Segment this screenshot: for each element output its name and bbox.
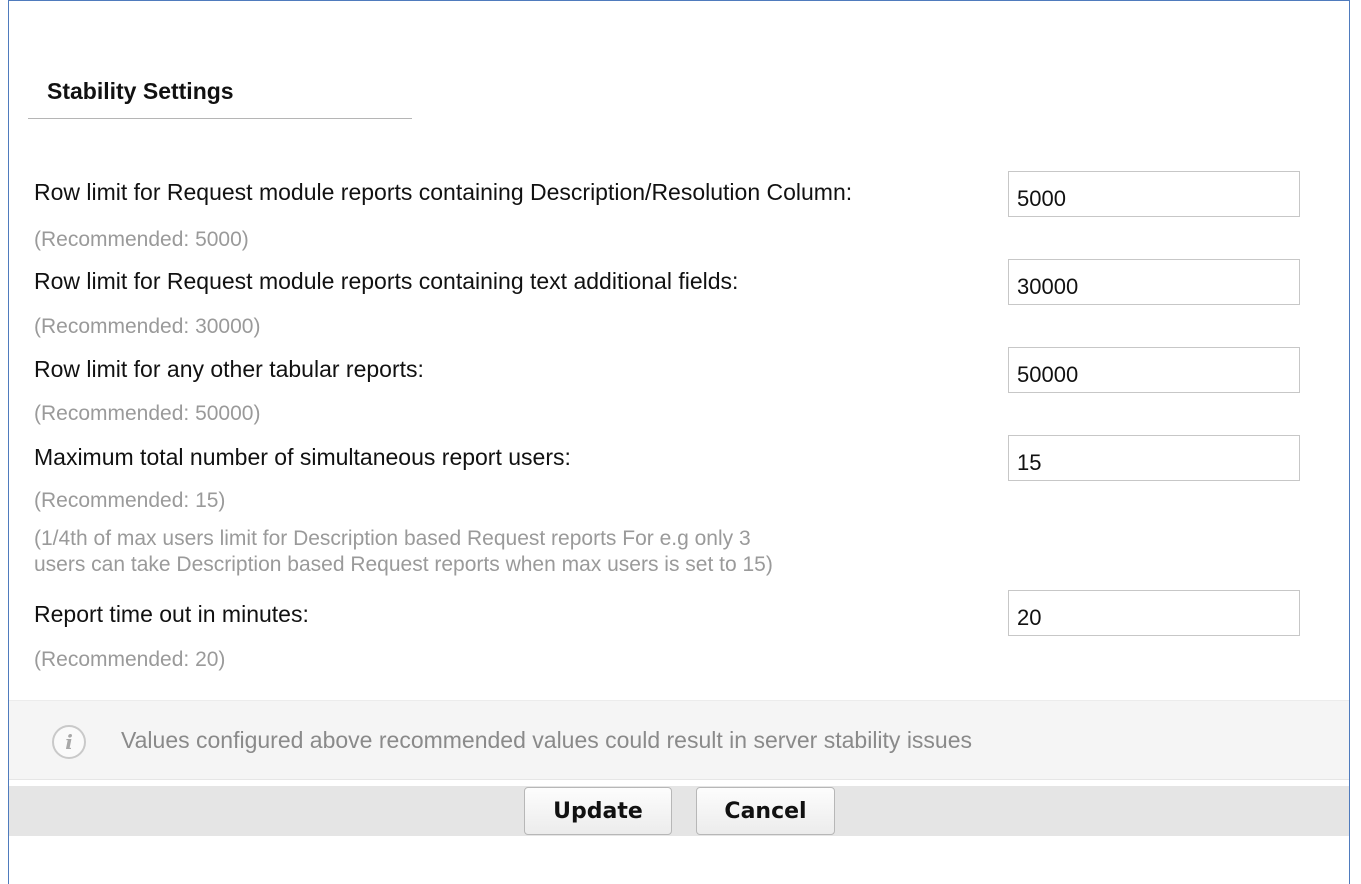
additional-fields-row-limit-label: Row limit for Request module reports con…: [34, 268, 739, 294]
max-report-users-label: Maximum total number of simultaneous rep…: [34, 444, 571, 470]
stability-warning-text: Values configured above recommended valu…: [121, 727, 973, 753]
tabular-row-limit-input[interactable]: [1008, 347, 1300, 393]
info-icon: i: [52, 725, 86, 759]
tabular-row-limit-label: Row limit for any other tabular reports:: [34, 356, 424, 382]
section-title: Stability Settings: [47, 78, 234, 104]
description-row-limit-input[interactable]: [1008, 171, 1300, 217]
report-timeout-input[interactable]: [1008, 590, 1300, 636]
report-timeout-label: Report time out in minutes:: [34, 601, 309, 627]
cancel-button[interactable]: Cancel: [696, 787, 835, 835]
max-report-users-input[interactable]: [1008, 435, 1300, 481]
additional-fields-row-limit-input[interactable]: [1008, 259, 1300, 305]
max-report-users-note-line-1: (1/4th of max users limit for Descriptio…: [34, 527, 751, 550]
description-row-limit-hint: (Recommended: 5000): [34, 228, 249, 251]
action-bar: Update Cancel: [9, 786, 1349, 836]
stability-warning-bar: i Values configured above recommended va…: [9, 700, 1349, 780]
additional-fields-row-limit-hint: (Recommended: 30000): [34, 315, 261, 338]
tabular-row-limit-hint: (Recommended: 50000): [34, 402, 261, 425]
description-row-limit-label: Row limit for Request module reports con…: [34, 179, 853, 205]
max-report-users-note-line-2: users can take Description based Request…: [34, 553, 773, 576]
update-button[interactable]: Update: [524, 787, 672, 835]
max-report-users-hint: (Recommended: 15): [34, 489, 226, 512]
title-divider: [28, 118, 412, 119]
report-timeout-hint: (Recommended: 20): [34, 648, 226, 671]
